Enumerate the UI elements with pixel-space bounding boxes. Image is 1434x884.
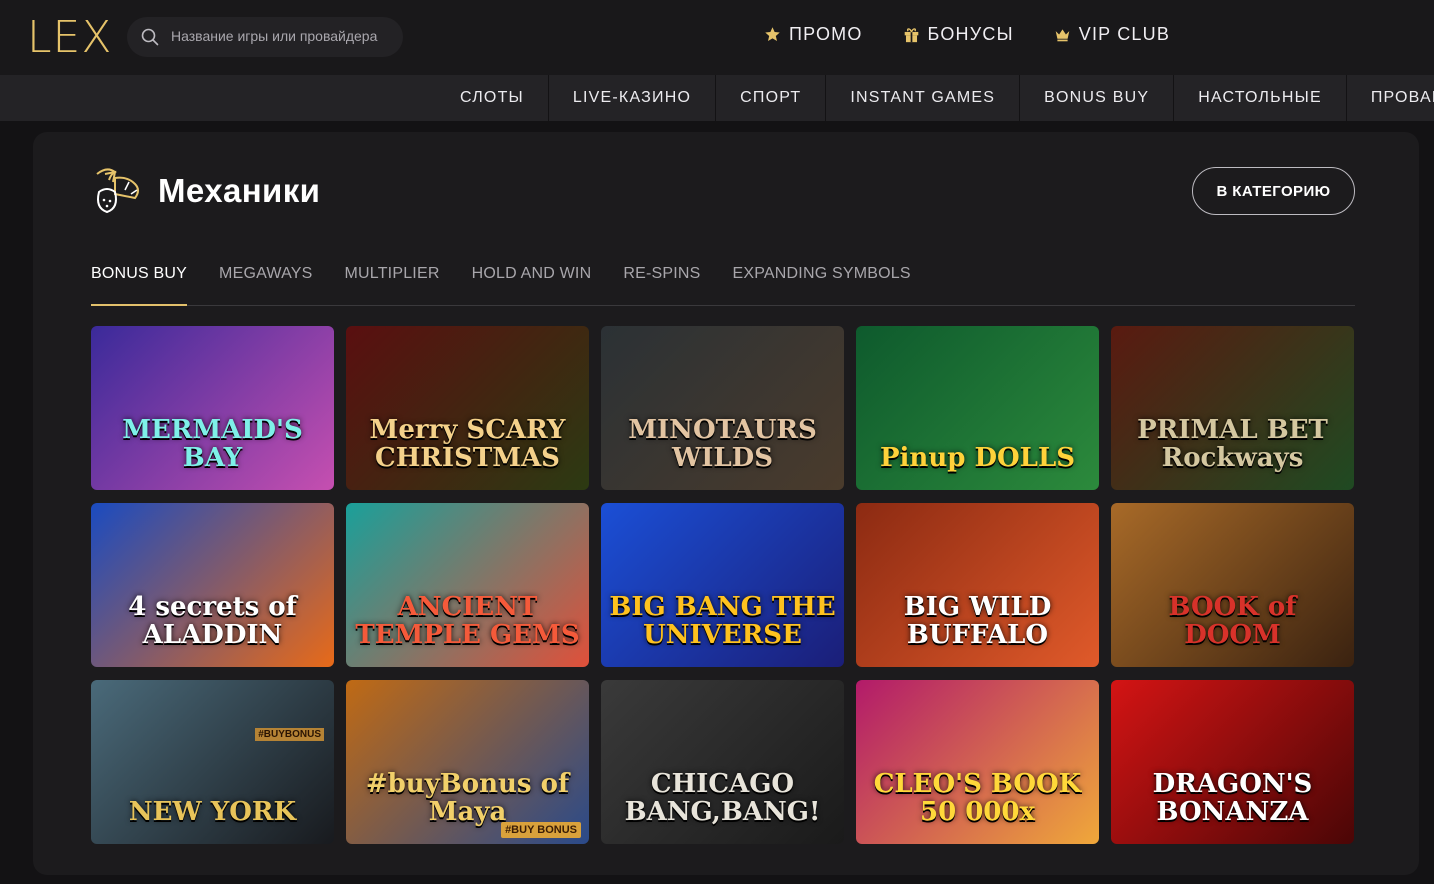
nav-label: ПРОМО — [789, 24, 863, 44]
game-card[interactable]: DRAGON'S BONANZA — [1111, 680, 1354, 844]
tab-multiplier[interactable]: MULTIPLIER — [345, 254, 440, 305]
crown-icon — [1055, 29, 1070, 42]
game-title: MINOTAURS WILDS — [628, 415, 817, 473]
search-icon — [141, 28, 159, 46]
top-header: LEX Название игры или провайдера ПРОМО Б… — [0, 0, 1434, 75]
game-card[interactable]: MERMAID'S BAY — [91, 326, 334, 490]
tab-bonus-buy[interactable]: BONUS BUY — [91, 254, 188, 306]
category-table-games[interactable]: НАСТОЛЬНЫЕ — [1174, 75, 1347, 121]
game-title: DRAGON'S BONANZA — [1152, 769, 1313, 827]
game-title: MERMAID'S BAY — [122, 415, 303, 473]
game-title: PRIMAL BET Rockways — [1137, 415, 1328, 473]
game-card[interactable]: CHICAGO BANG,BANG! — [601, 680, 844, 844]
game-card[interactable]: ANCIENT TEMPLE GEMS — [346, 503, 589, 667]
game-card[interactable]: NEW YORK #BUYBONUS — [91, 680, 334, 844]
nav-promo[interactable]: ПРОМО — [764, 24, 863, 45]
game-title: BIG BANG THE UNIVERSE — [609, 592, 836, 650]
mechanics-tabs: BONUS BUY MEGAWAYS MULTIPLIER HOLD AND W… — [91, 254, 1355, 306]
nav-label: VIP CLUB — [1078, 24, 1171, 44]
go-to-category-button[interactable]: В КАТЕГОРИЮ — [1192, 167, 1355, 215]
search-placeholder: Название игры или провайдера — [171, 28, 378, 44]
game-card[interactable]: 4 secrets of ALADDIN — [91, 503, 334, 667]
category-providers[interactable]: ПРОВАЙДЕ — [1347, 75, 1434, 121]
category-live-casino[interactable]: LIVE-КАЗИНО — [549, 75, 717, 121]
top-nav: ПРОМО БОНУСЫ VIP CLUB — [764, 24, 1170, 45]
star-icon — [765, 27, 780, 42]
game-card[interactable]: Pinup DOLLS — [856, 326, 1099, 490]
category-sport[interactable]: СПОРТ — [716, 75, 827, 121]
category-bar: СЛОТЫ LIVE-КАЗИНО СПОРТ INSTANT GAMES BO… — [0, 75, 1434, 121]
game-title: BIG WILD BUFFALO — [903, 592, 1052, 650]
game-card[interactable]: BIG WILD BUFFALO — [856, 503, 1099, 667]
mechanics-section: Механики В КАТЕГОРИЮ BONUS BUY MEGAWAYS … — [33, 132, 1419, 875]
game-title: NEW YORK — [128, 797, 297, 827]
search-input[interactable]: Название игры или провайдера — [127, 17, 403, 57]
site-logo[interactable]: LEX — [27, 14, 112, 62]
category-bonus-buy[interactable]: BONUS BUY — [1020, 75, 1175, 121]
category-slots[interactable]: СЛОТЫ — [436, 75, 549, 121]
nav-label: БОНУСЫ — [927, 24, 1014, 44]
gift-icon — [904, 28, 918, 43]
tab-megaways[interactable]: MEGAWAYS — [219, 254, 312, 305]
mechanics-fruit-icon — [96, 168, 139, 214]
nav-bonuses[interactable]: БОНУСЫ — [903, 24, 1014, 45]
game-title: 4 secrets of ALADDIN — [128, 592, 297, 650]
tab-hold-and-win[interactable]: HOLD AND WIN — [472, 254, 592, 305]
game-card[interactable]: BIG BANG THE UNIVERSE — [601, 503, 844, 667]
game-card[interactable]: BOOK of DOOM — [1111, 503, 1354, 667]
game-title: CHICAGO BANG,BANG! — [624, 769, 821, 827]
game-badge: #BUY BONUS — [501, 822, 581, 838]
game-card[interactable]: PRIMAL BET Rockways — [1111, 326, 1354, 490]
game-card[interactable]: CLEO'S BOOK 50 000x — [856, 680, 1099, 844]
nav-vip-club[interactable]: VIP CLUB — [1054, 24, 1170, 45]
game-tag: #BUYBONUS — [255, 728, 324, 741]
game-title: #buyBonus of Maya — [365, 769, 570, 827]
section-title: Механики — [158, 172, 321, 209]
game-title: Pinup DOLLS — [880, 443, 1075, 473]
game-card[interactable]: MINOTAURS WILDS — [601, 326, 844, 490]
game-title: CLEO'S BOOK 50 000x — [873, 769, 1082, 827]
game-card[interactable]: Merry SCARY CHRISTMAS — [346, 326, 589, 490]
tab-re-spins[interactable]: RE-SPINS — [623, 254, 700, 305]
category-instant-games[interactable]: INSTANT GAMES — [826, 75, 1021, 121]
game-title: BOOK of DOOM — [1168, 592, 1297, 650]
game-title: ANCIENT TEMPLE GEMS — [355, 592, 580, 650]
game-card[interactable]: #buyBonus of Maya #BUY BONUS — [346, 680, 589, 844]
tab-expanding-symbols[interactable]: EXPANDING SYMBOLS — [733, 254, 911, 305]
game-title: Merry SCARY CHRISTMAS — [369, 415, 566, 473]
games-grid: MERMAID'S BAY Merry SCARY CHRISTMAS MINOTA… — [91, 326, 1355, 844]
